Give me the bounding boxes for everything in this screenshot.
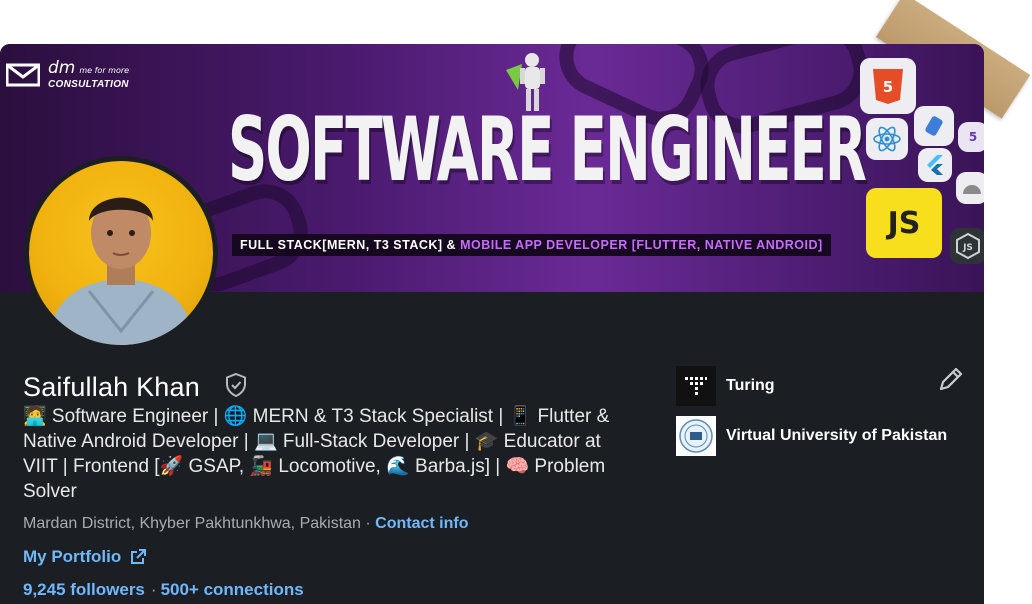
org-vu-label: Virtual University of Pakistan xyxy=(726,427,948,444)
turing-logo-icon xyxy=(676,366,716,406)
javascript-icon: JS xyxy=(866,188,942,258)
verified-shield-icon[interactable] xyxy=(224,372,248,398)
location-text: Mardan District, Khyber Pakhtunkhwa, Pak… xyxy=(23,515,361,532)
banner-subtitle-white: FULL STACK[MERN, T3 STACK] & xyxy=(240,238,457,252)
profile-name: Saifullah Khan xyxy=(23,372,200,402)
portfolio-link[interactable]: My Portfolio xyxy=(23,547,147,567)
person-photo xyxy=(49,197,193,345)
connections-link[interactable]: 500+ connections xyxy=(161,580,304,599)
redux-small-icon: 5 xyxy=(958,122,984,152)
banner-subtitle-accent: MOBILE APP DEVELOPER [FLUTTER, NATIVE AN… xyxy=(460,238,823,252)
vu-logo-icon xyxy=(676,416,716,456)
profile-headline: 🧑‍💻 Software Engineer | 🌐 MERN & T3 Stac… xyxy=(23,406,610,502)
redux-icon xyxy=(914,106,954,146)
followers-link[interactable]: 9,245 followers xyxy=(23,580,145,599)
dm-small-text: me for more xyxy=(79,66,130,75)
pencil-icon xyxy=(939,367,963,391)
location-line: Mardan District, Khyber Pakhtunkhwa, Pak… xyxy=(23,515,468,533)
org-turing[interactable]: Turing xyxy=(676,366,775,406)
flutter-icon xyxy=(918,148,952,182)
org-virtual-university[interactable]: Virtual University of Pakistan xyxy=(676,416,947,456)
react-icon xyxy=(866,118,908,160)
nodejs-icon: JS xyxy=(950,228,984,264)
mail-icon xyxy=(6,63,40,87)
dm-consultation-badge: dm me for more CONSULTATION xyxy=(6,60,129,90)
svg-text:JS: JS xyxy=(962,243,973,253)
location-separator: · xyxy=(360,515,376,532)
portfolio-label: My Portfolio xyxy=(23,547,122,566)
svg-text:5: 5 xyxy=(883,78,893,96)
dm-text: dm xyxy=(48,58,76,78)
org-turing-label: Turing xyxy=(726,377,775,394)
avatar xyxy=(29,161,213,345)
stats-separator: · xyxy=(150,580,157,599)
consultation-text: CONSULTATION xyxy=(48,79,129,90)
profile-photo[interactable] xyxy=(24,156,218,350)
contact-info-link[interactable]: Contact info xyxy=(375,515,468,532)
banner-headline: SOFTWARE ENGINEER xyxy=(228,98,867,201)
banner-subtitle: FULL STACK[MERN, T3 STACK] & MOBILE APP … xyxy=(232,234,831,256)
network-stats: 9,245 followers · 500+ connections xyxy=(23,580,304,600)
external-link-icon xyxy=(131,549,147,564)
html5-icon: 5 xyxy=(860,58,916,114)
android-icon xyxy=(956,172,984,204)
edit-profile-button[interactable] xyxy=(936,364,966,394)
